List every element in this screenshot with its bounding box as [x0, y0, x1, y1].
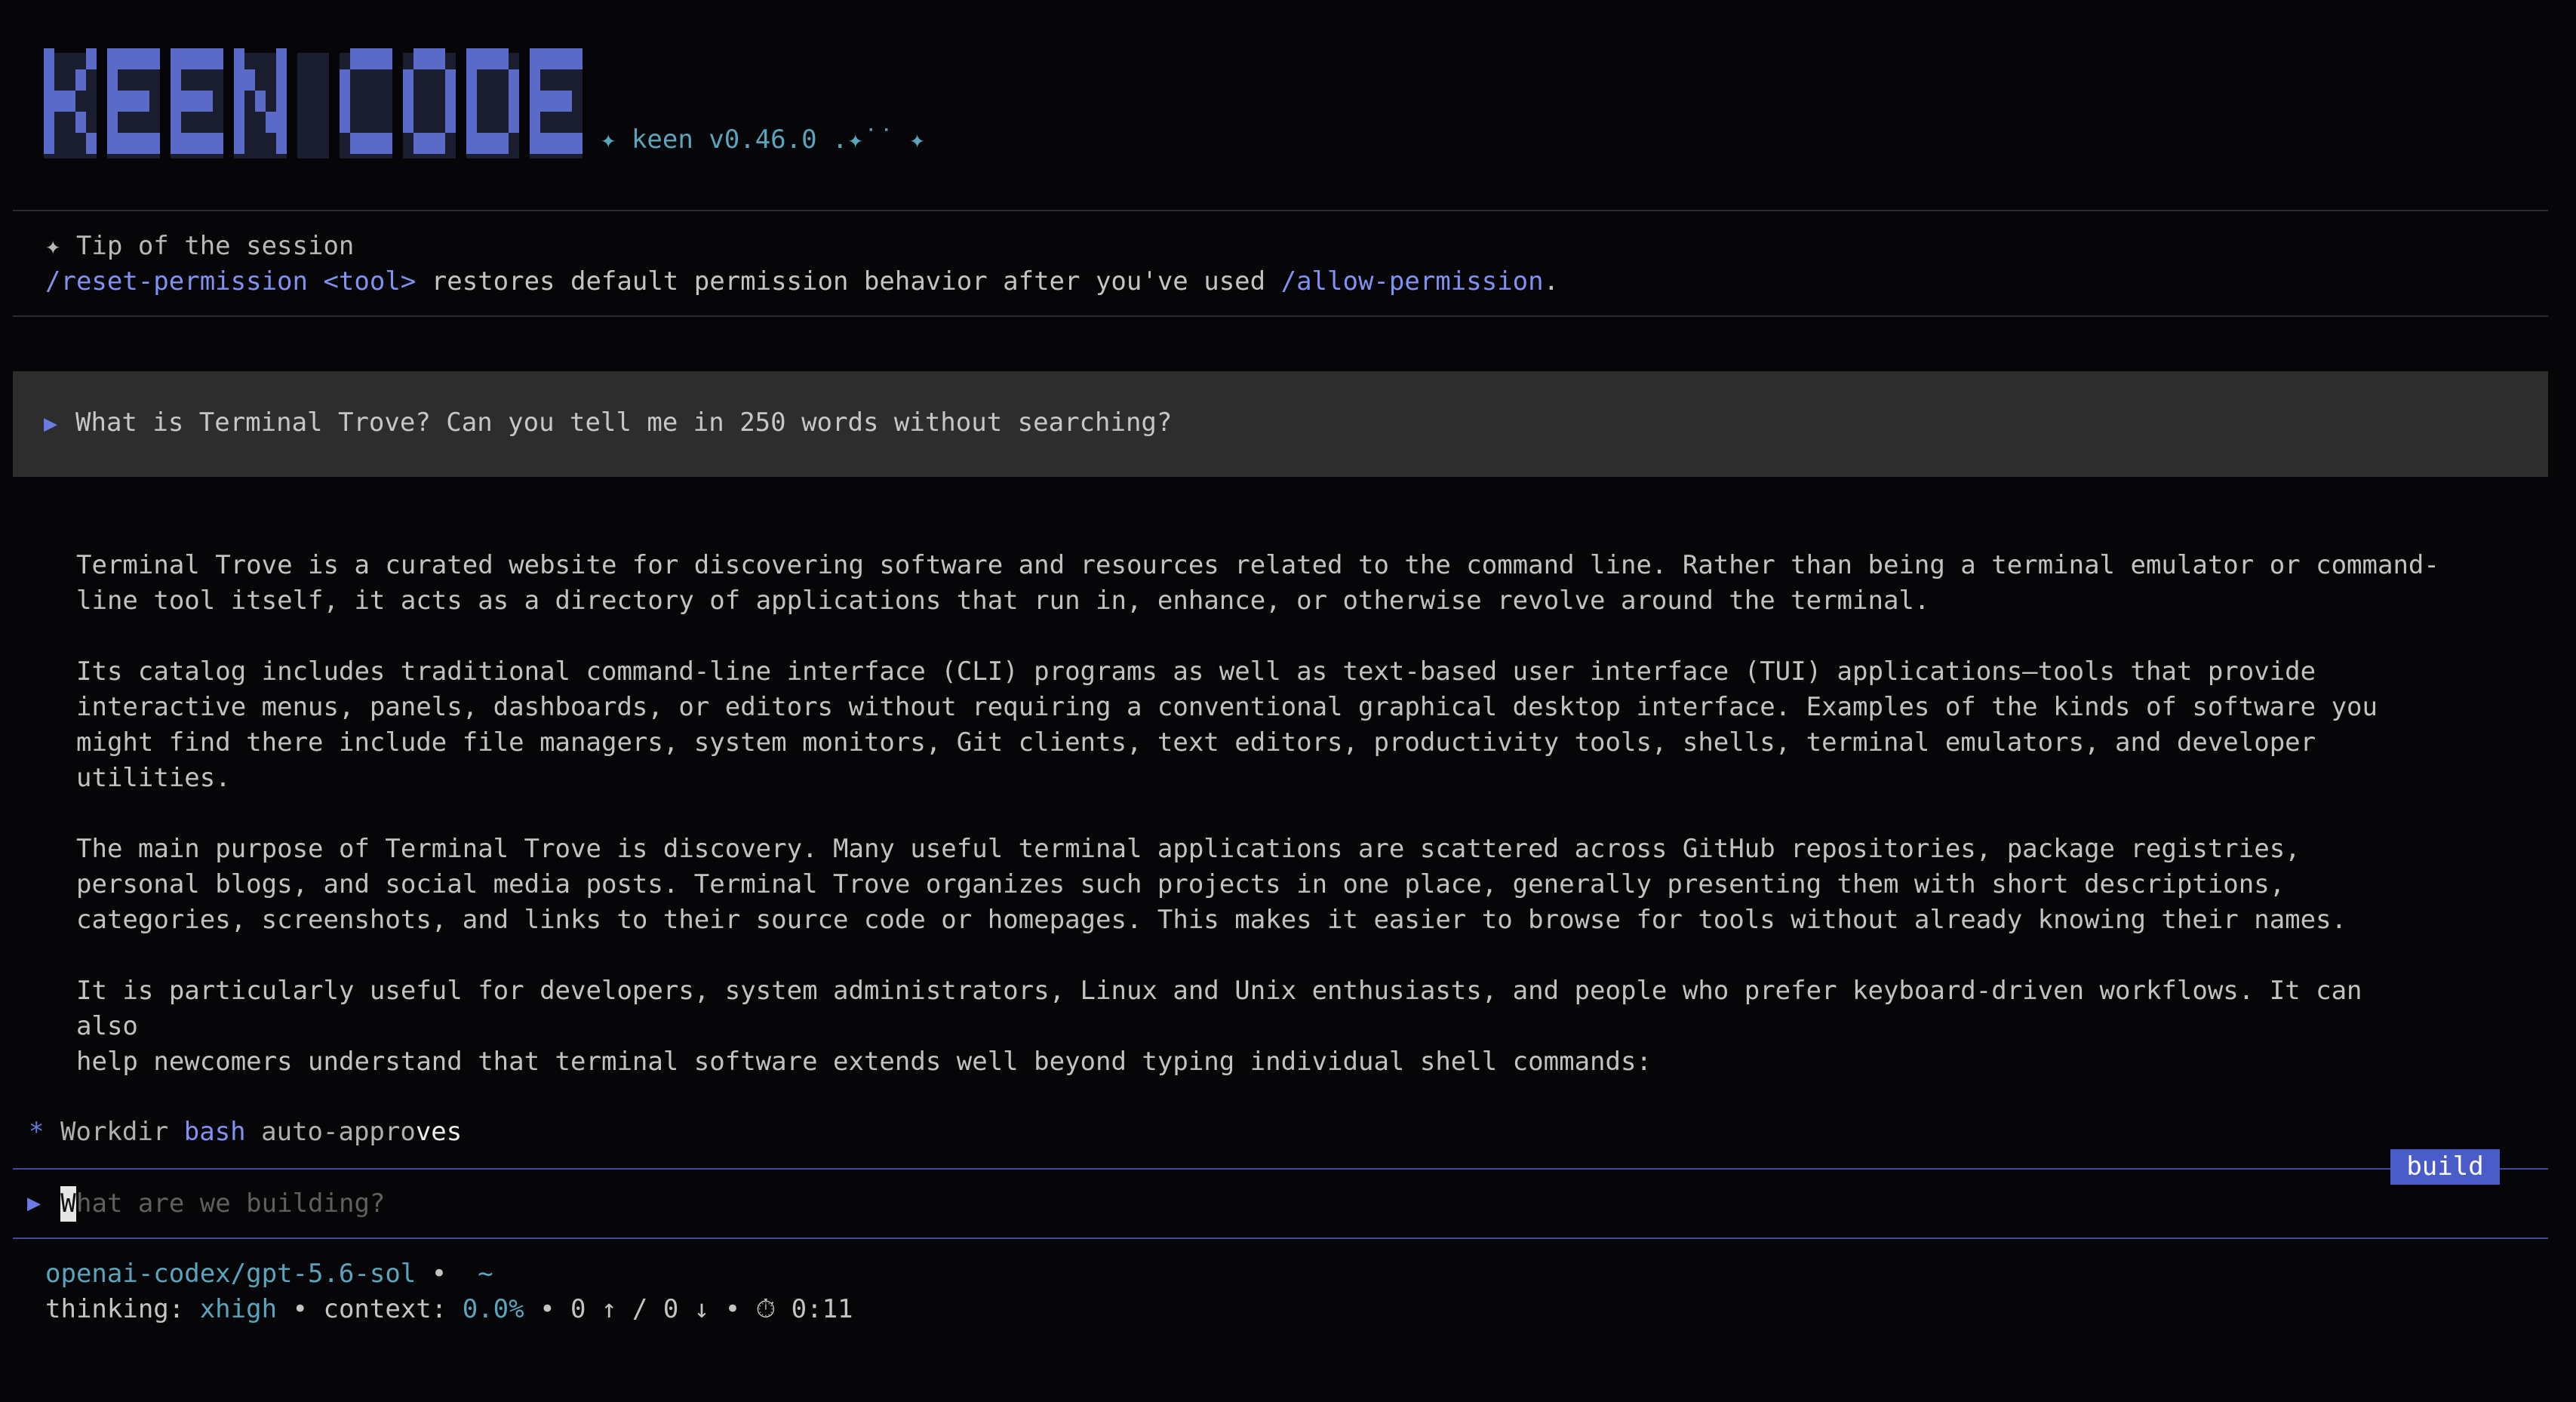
- status-spinner-icon: *: [29, 1117, 45, 1147]
- session-timer: 0:11: [776, 1294, 853, 1324]
- response-line: The main purpose of Terminal Trove is di…: [76, 834, 2301, 864]
- user-message-text: What is Terminal Trove? Can you tell me …: [75, 407, 1173, 438]
- thinking-label: thinking:: [45, 1294, 200, 1324]
- response-line: help newcomers understand that terminal …: [76, 1047, 1652, 1077]
- chat-input[interactable]: What are we building?: [60, 1186, 385, 1222]
- session-meta: thinking: xhigh • context: 0.0% • 0 ↑ / …: [45, 1292, 853, 1327]
- status-suffix-highlight: ves: [415, 1117, 463, 1147]
- response-line: utilities.: [76, 763, 231, 793]
- keen-code-logo: [44, 48, 583, 158]
- timer-icon: ⏱: [755, 1294, 776, 1324]
- divider: [13, 315, 2548, 317]
- tip-text: /reset-permission <tool> restores defaul…: [45, 264, 1559, 300]
- response-line: interactive menus, panels, dashboards, o…: [76, 692, 2378, 722]
- status-text: Workdir bash auto-approves: [60, 1115, 462, 1150]
- version-label: ✦ keen v0.46.0 .✦˙˙ ✦: [601, 125, 925, 155]
- response-line: line tool itself, it acts as a directory…: [76, 586, 1930, 616]
- status-prefix: Workdir: [60, 1117, 184, 1147]
- input-top-border: [13, 1168, 2548, 1170]
- model-name: openai-codex/gpt-5.6-sol: [45, 1259, 417, 1289]
- tip-title: ✦ Tip of the session: [45, 231, 355, 261]
- divider: [13, 210, 2548, 211]
- response-line: personal blogs, and social media posts. …: [76, 869, 2286, 899]
- input-prompt-icon: ▶: [27, 1190, 41, 1216]
- status-suffix: auto-appro: [245, 1117, 416, 1147]
- response-line: also: [76, 1011, 138, 1041]
- response-line: Its catalog includes traditional command…: [76, 656, 2316, 687]
- status-bash: bash: [183, 1117, 246, 1147]
- model-separator: •: [416, 1259, 478, 1289]
- token-counts: • 0 ↑ / 0 ↓ •: [524, 1294, 756, 1324]
- response-line: It is particularly useful for developers…: [76, 976, 2362, 1006]
- tip-link: /allow-permission: [1280, 266, 1544, 297]
- text-cursor: W: [60, 1186, 76, 1222]
- thinking-value: xhigh: [199, 1294, 278, 1324]
- tip-command: /reset-permission <tool>: [45, 266, 417, 297]
- response-line: Terminal Trove is a curated website for …: [76, 550, 2439, 580]
- working-directory: ~: [478, 1259, 493, 1289]
- response-line: categories, screenshots, and links to th…: [76, 905, 2347, 935]
- user-message-marker-icon: ▶: [44, 410, 58, 437]
- response-line: might find there include file managers, …: [76, 727, 2316, 758]
- context-value: 0.0%: [462, 1294, 524, 1324]
- input-placeholder: hat are we building?: [76, 1188, 386, 1219]
- context-label: • context:: [277, 1294, 463, 1324]
- model-info: openai-codex/gpt-5.6-sol • ~: [45, 1256, 493, 1292]
- tip-middle-text: restores default permission behavior aft…: [416, 266, 1281, 297]
- tip-end: .: [1543, 266, 1560, 297]
- input-bottom-border: [13, 1238, 2548, 1239]
- mode-badge[interactable]: build: [2390, 1149, 2500, 1185]
